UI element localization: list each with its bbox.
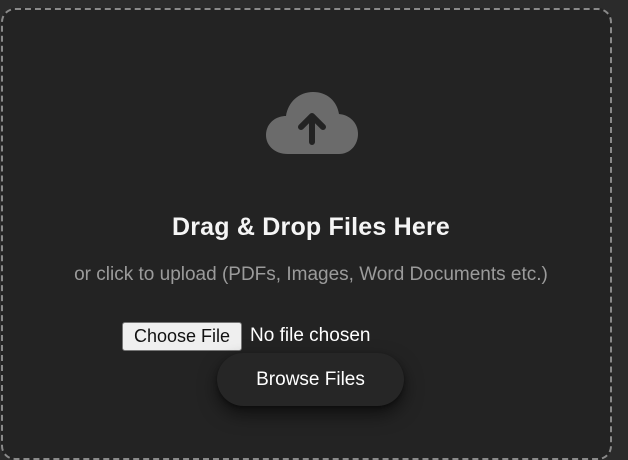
file-input[interactable]: Choose File No file chosen xyxy=(122,321,370,351)
browse-files-button[interactable]: Browse Files xyxy=(217,353,404,406)
drop-zone-title: Drag & Drop Files Here xyxy=(171,213,451,241)
cloud-upload-icon xyxy=(266,92,358,154)
choose-file-button[interactable]: Choose File xyxy=(122,321,243,351)
file-status-text: No file chosen xyxy=(250,325,371,346)
drop-zone-subtitle: or click to upload (PDFs, Images, Word D… xyxy=(74,264,548,285)
file-drop-zone[interactable]: Drag & Drop Files Here or click to uploa… xyxy=(1,8,612,460)
